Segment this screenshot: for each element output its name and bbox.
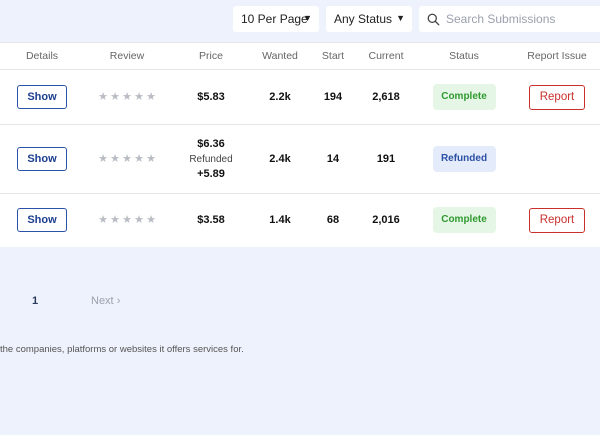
submissions-table: Details Review Price Wanted Start Curren… xyxy=(0,42,600,247)
table-header-row: Details Review Price Wanted Start Curren… xyxy=(0,42,600,70)
header-status[interactable]: Status xyxy=(414,42,514,70)
star-icon[interactable]: ★ xyxy=(98,215,108,226)
star-icon[interactable]: ★ xyxy=(110,92,120,103)
current-cell: 2,016 xyxy=(372,214,400,227)
header-details[interactable]: Details xyxy=(0,42,84,70)
table-row: Show ★ ★ ★ ★ ★ $6.36 Refunded +5.89 2.4k 14 … xyxy=(0,124,600,194)
show-button[interactable]: Show xyxy=(17,85,67,109)
star-icon[interactable]: ★ xyxy=(146,215,156,226)
table-row: Show ★ ★ ★ ★ ★ $3.58 1.4k 68 2,016 Complete … xyxy=(0,194,600,247)
report-cell xyxy=(514,124,600,194)
star-rating[interactable]: ★ ★ ★ ★ ★ xyxy=(98,154,156,165)
price-cell: $3.58 xyxy=(197,214,225,227)
report-button[interactable]: Report xyxy=(529,207,585,233)
price-refunded-note: Refunded xyxy=(189,153,233,165)
star-rating[interactable]: ★ ★ ★ ★ ★ xyxy=(98,92,156,103)
search-box[interactable] xyxy=(419,6,600,32)
header-start[interactable]: Start xyxy=(308,42,358,70)
table-row: Show ★ ★ ★ ★ ★ $5.83 2.2k 194 2,618 Complete… xyxy=(0,69,600,125)
caret-down-icon: ▼ xyxy=(303,13,312,23)
price-extra: +5.89 xyxy=(197,167,225,180)
star-icon[interactable]: ★ xyxy=(122,92,132,103)
show-button[interactable]: Show xyxy=(17,147,67,171)
status-cell: Complete xyxy=(414,69,514,125)
page-number-1[interactable]: 1 xyxy=(32,295,38,307)
header-wanted[interactable]: Wanted xyxy=(252,42,308,70)
star-icon[interactable]: ★ xyxy=(134,215,144,226)
chevron-right-icon: › xyxy=(116,295,121,307)
show-button[interactable]: Show xyxy=(17,208,67,233)
report-cell: Report xyxy=(514,69,600,125)
status-filter-select[interactable]: Any Status ▼ xyxy=(326,6,412,32)
start-cell: 194 xyxy=(308,69,358,125)
star-icon[interactable]: ★ xyxy=(98,154,108,165)
search-input[interactable] xyxy=(446,12,596,26)
wanted-cell: 1.4k xyxy=(269,214,291,227)
review-cell: ★ ★ ★ ★ ★ xyxy=(84,194,170,247)
status-cell: Refunded xyxy=(414,124,514,194)
header-current[interactable]: Current xyxy=(358,42,414,70)
per-page-value: 10 Per Page xyxy=(241,12,308,26)
report-button[interactable]: Report xyxy=(529,84,585,110)
next-label: Next xyxy=(91,295,114,307)
star-icon[interactable]: ★ xyxy=(134,154,144,165)
star-icon[interactable]: ★ xyxy=(134,92,144,103)
caret-down-icon: ▼ xyxy=(396,13,405,23)
price-cell: $5.83 xyxy=(170,69,252,125)
header-review[interactable]: Review xyxy=(84,42,170,70)
star-icon[interactable]: ★ xyxy=(122,154,132,165)
wanted-cell: 2.4k xyxy=(252,124,308,194)
star-icon[interactable]: ★ xyxy=(122,215,132,226)
star-icon[interactable]: ★ xyxy=(98,92,108,103)
header-report-issue[interactable]: Report Issue xyxy=(514,42,600,70)
status-badge: Complete xyxy=(432,84,496,110)
star-icon[interactable]: ★ xyxy=(110,154,120,165)
star-rating[interactable]: ★ ★ ★ ★ ★ xyxy=(98,215,156,226)
star-icon[interactable]: ★ xyxy=(146,154,156,165)
per-page-select[interactable]: 10 Per Page ▼ xyxy=(233,6,319,32)
start-cell: 14 xyxy=(308,124,358,194)
header-price[interactable]: Price xyxy=(170,42,252,70)
pagination: 1 Next › xyxy=(0,295,200,309)
status-badge: Refunded xyxy=(432,146,496,172)
review-cell: ★ ★ ★ ★ ★ xyxy=(84,124,170,194)
current-cell: 2,618 xyxy=(358,69,414,125)
status-filter-value: Any Status xyxy=(334,12,393,26)
status-cell: Complete xyxy=(414,194,514,247)
start-cell: 68 xyxy=(326,214,340,227)
star-icon[interactable]: ★ xyxy=(146,92,156,103)
footer-disclaimer: the companies, platforms or websites it … xyxy=(0,344,244,355)
price-cell: $6.36 Refunded +5.89 xyxy=(170,124,252,194)
details-cell: Show xyxy=(0,124,84,194)
price-value: $6.36 xyxy=(197,137,225,150)
report-cell: Report xyxy=(514,194,600,247)
toolbar: 10 Per Page ▼ Any Status ▼ xyxy=(0,0,600,42)
details-cell: Show xyxy=(0,69,84,125)
wanted-cell: 2.2k xyxy=(252,69,308,125)
current-cell: 191 xyxy=(358,124,414,194)
next-page-link[interactable]: Next › xyxy=(91,295,120,307)
star-icon[interactable]: ★ xyxy=(110,215,120,226)
review-cell: ★ ★ ★ ★ ★ xyxy=(84,69,170,125)
search-icon xyxy=(427,13,440,25)
status-badge: Complete xyxy=(432,207,496,234)
details-cell: Show xyxy=(0,194,84,247)
